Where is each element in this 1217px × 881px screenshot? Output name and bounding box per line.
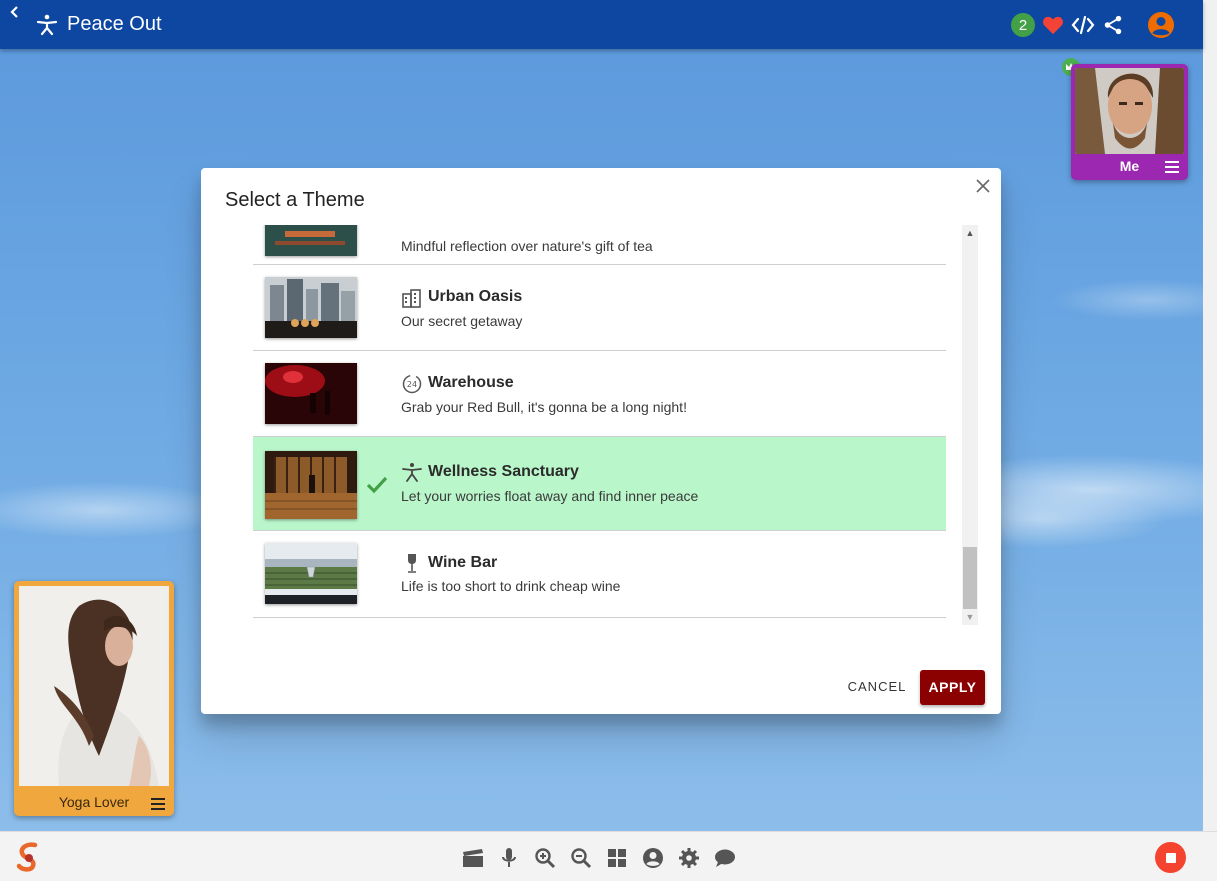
theme-thumbnail <box>265 225 357 256</box>
app-title: Peace Out <box>67 13 162 35</box>
header-actions: 2 <box>1011 11 1175 39</box>
back-button[interactable] <box>8 4 26 24</box>
scene-button[interactable] <box>461 846 485 870</box>
account-button[interactable] <box>1147 11 1175 39</box>
theme-title: Wine Bar <box>428 554 498 571</box>
settings-button[interactable] <box>677 846 701 870</box>
close-icon[interactable] <box>975 178 991 194</box>
stop-icon <box>1165 852 1176 863</box>
clapperboard-icon <box>463 849 483 867</box>
theme-description: Let your worries float away and find inn… <box>401 488 699 504</box>
code-icon <box>1071 15 1095 35</box>
theme-item-urban-oasis[interactable]: Urban Oasis Our secret getaway <box>253 265 946 351</box>
participant-tile-yoga-lover[interactable]: Yoga Lover <box>14 581 174 816</box>
count-badge[interactable]: 2 <box>1011 13 1035 37</box>
checkmark-icon <box>366 476 388 494</box>
page-scrollbar[interactable] <box>1203 0 1217 831</box>
theme-list[interactable]: Mindful reflection over nature's gift of… <box>253 225 978 625</box>
brand-logo-icon[interactable] <box>15 842 43 872</box>
share-button[interactable] <box>1101 13 1125 37</box>
microphone-icon <box>502 848 516 867</box>
share-icon <box>1104 15 1122 35</box>
account-circle-icon <box>1148 12 1174 38</box>
cancel-button[interactable]: CANCEL <box>841 670 913 704</box>
account-icon <box>643 848 663 868</box>
apply-button[interactable]: APPLY <box>920 670 985 705</box>
profile-button[interactable] <box>641 846 665 870</box>
scroll-up-arrow-icon[interactable]: ▲ <box>962 225 978 241</box>
wine-glass-icon <box>408 554 416 573</box>
app-header: Peace Out 2 <box>0 0 1203 49</box>
theme-description: Mindful reflection over nature's gift of… <box>401 238 653 254</box>
scrollbar-thumb[interactable] <box>963 547 977 609</box>
theme-item-wine-bar[interactable]: Wine Bar Life is too short to drink chea… <box>253 531 946 618</box>
theme-description: Our secret getaway <box>401 313 523 329</box>
chat-icon <box>715 849 735 867</box>
theme-list-scrollbar[interactable]: ▲ ▼ <box>962 225 978 625</box>
select-theme-dialog: Select a Theme Mindful reflection over n… <box>201 168 1001 714</box>
chat-button[interactable] <box>713 846 737 870</box>
theme-description: Life is too short to drink cheap wine <box>401 578 621 594</box>
theme-thumbnail <box>265 363 357 424</box>
svg-text:24: 24 <box>407 380 417 389</box>
dialog-title: Select a Theme <box>225 189 365 211</box>
zoom-out-icon <box>571 848 592 869</box>
participant-tile-me[interactable]: Me <box>1071 64 1188 180</box>
media-controls <box>461 846 737 870</box>
zoom-in-icon <box>535 848 556 869</box>
chevron-left-icon <box>10 6 18 18</box>
theme-thumbnail <box>265 543 357 604</box>
meditation-icon <box>402 463 422 482</box>
zoom-in-button[interactable] <box>533 846 557 870</box>
theme-thumbnail <box>265 451 357 519</box>
theme-item-warehouse[interactable]: 24 Warehouse Grab your Red Bull, it's go… <box>253 351 946 437</box>
microphone-button[interactable] <box>497 846 521 870</box>
participant-video-me <box>1075 68 1184 154</box>
bottom-toolbar <box>0 831 1217 881</box>
heart-icon <box>1043 16 1063 35</box>
layout-grid-button[interactable] <box>605 846 629 870</box>
gear-icon <box>679 848 699 868</box>
theme-item-wellness-sanctuary[interactable]: Wellness Sanctuary Let your worries floa… <box>253 437 946 531</box>
heart-button[interactable] <box>1041 13 1065 37</box>
24-hours-icon: 24 <box>402 374 422 394</box>
zoom-out-button[interactable] <box>569 846 593 870</box>
theme-description: Grab your Red Bull, it's gonna be a long… <box>401 399 687 415</box>
stop-button[interactable] <box>1155 842 1186 873</box>
embed-code-button[interactable] <box>1071 13 1095 37</box>
building-icon <box>402 289 421 308</box>
participant-video-yoga-lover <box>19 586 169 786</box>
theme-item-partial[interactable]: Mindful reflection over nature's gift of… <box>253 225 946 265</box>
grid-icon <box>608 849 626 867</box>
theme-title: Warehouse <box>428 374 514 391</box>
theme-thumbnail <box>265 277 357 338</box>
theme-title: Wellness Sanctuary <box>428 463 579 480</box>
scroll-down-arrow-icon[interactable]: ▼ <box>962 609 978 625</box>
menu-icon[interactable] <box>150 797 166 811</box>
meditation-icon <box>36 14 58 36</box>
theme-title: Urban Oasis <box>428 288 523 305</box>
menu-icon[interactable] <box>1164 160 1180 174</box>
